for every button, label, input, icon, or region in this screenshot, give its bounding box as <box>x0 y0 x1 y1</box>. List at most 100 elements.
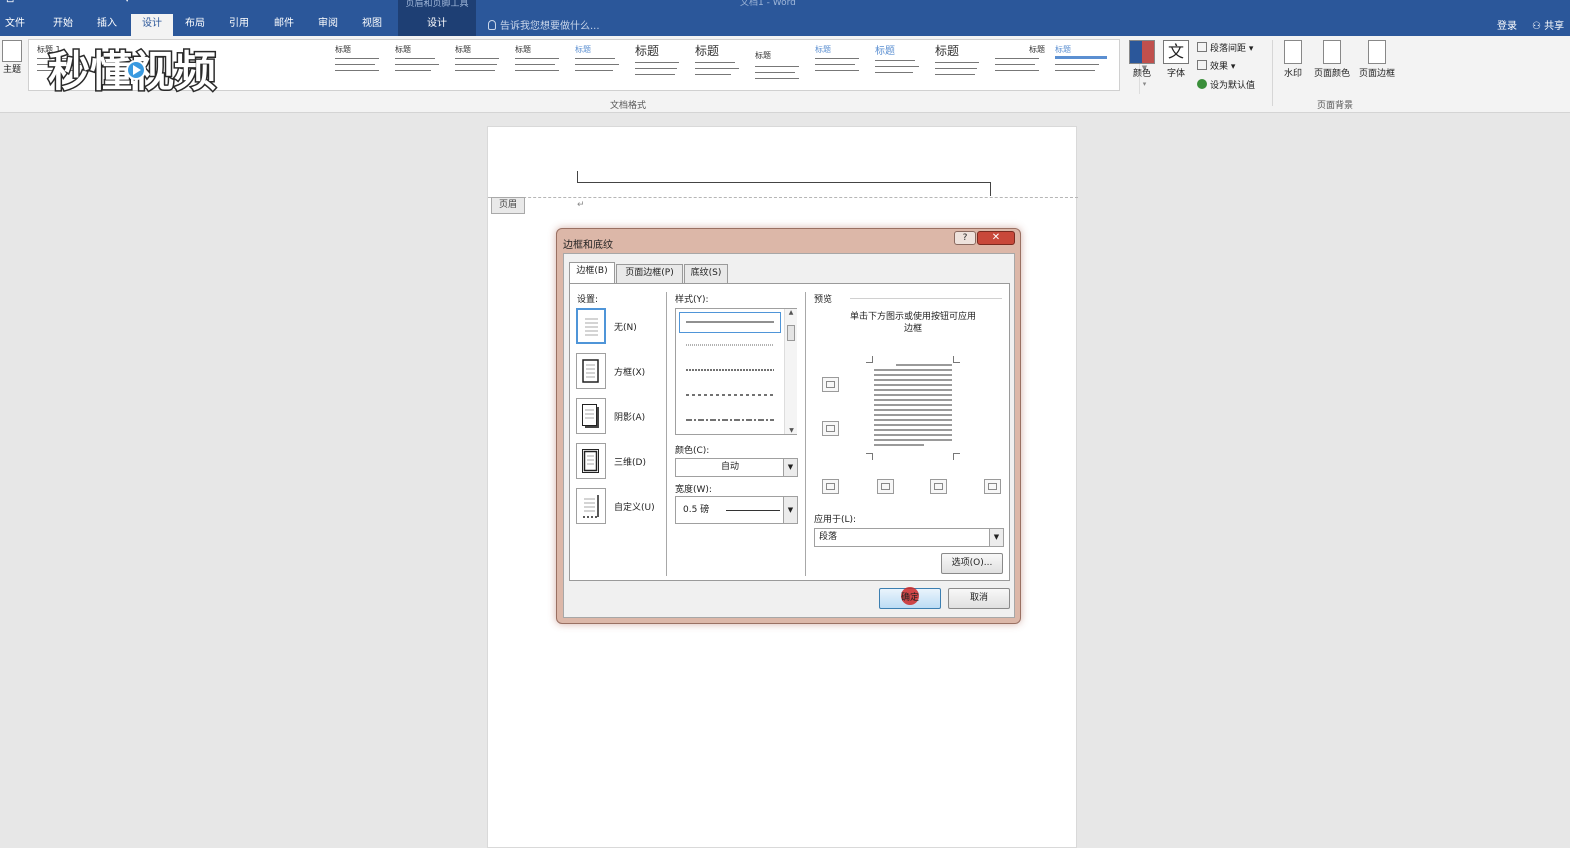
tab-mailings[interactable]: 邮件 <box>264 14 304 36</box>
header-border-mark <box>990 182 991 196</box>
group-label-document-format: 文档格式 <box>610 101 647 111</box>
style-set-item[interactable]: 标题 <box>691 42 747 88</box>
setting-3d[interactable] <box>576 443 606 479</box>
style-set-item[interactable]: 标题 <box>391 42 447 88</box>
setting-custom[interactable] <box>576 488 606 524</box>
sign-in-link[interactable]: 登录 <box>1497 17 1517 32</box>
scroll-down-icon[interactable]: ▼ <box>785 427 798 434</box>
style-set-item[interactable]: 标题 <box>331 42 387 88</box>
style-set-title: 标题 <box>395 45 411 54</box>
video-watermark-logo: 秒懂视频 <box>47 46 218 98</box>
column-divider <box>666 292 667 576</box>
width-sample-line <box>726 510 780 511</box>
setting-none[interactable] <box>576 308 606 344</box>
page-color-button[interactable]: 页面颜色 <box>1310 40 1354 79</box>
setting-label: 设置: <box>577 295 599 305</box>
paragraph-spacing-button[interactable]: 段落间距 ▾ <box>1197 41 1253 54</box>
group-label-page-background: 页面背景 <box>1317 101 1354 111</box>
tab-borders[interactable]: 边框(B) <box>569 262 615 284</box>
style-set-title: 标题 <box>815 45 831 54</box>
setting-shadow-label[interactable]: 阴影(A) <box>614 410 645 423</box>
page-color-label: 页面颜色 <box>1313 69 1350 79</box>
close-button[interactable]: ✕ <box>977 231 1015 245</box>
page-borders-button[interactable]: 页面边框 <box>1355 40 1399 79</box>
paragraph-spacing-icon <box>1197 42 1207 52</box>
style-set-title: 标题 <box>755 51 771 60</box>
diagonal-up-icon <box>826 483 835 490</box>
border-preview-area[interactable] <box>866 356 960 460</box>
tab-review[interactable]: 审阅 <box>309 14 347 36</box>
chevron-down-icon[interactable]: ▼ <box>783 497 797 523</box>
diagonal-up-border-button[interactable] <box>822 479 839 494</box>
share-button[interactable]: ⚇ 共享 <box>1532 17 1564 32</box>
setting-box-label[interactable]: 方框(X) <box>614 365 645 378</box>
cancel-button[interactable]: 取消 <box>948 588 1010 609</box>
style-set-item[interactable]: 标题 <box>871 42 927 88</box>
set-as-default-label: 设为默认值 <box>1210 81 1256 91</box>
tab-layout[interactable]: 布局 <box>176 14 214 36</box>
style-list-scrollbar[interactable]: ▲ ▼ <box>784 309 797 434</box>
themes-button[interactable]: 主题 <box>0 40 24 94</box>
colors-button[interactable]: 颜色 <box>1128 40 1156 79</box>
tab-references[interactable]: 引用 <box>220 14 258 36</box>
setting-box-icon <box>582 359 599 383</box>
set-as-default-button[interactable]: 设为默认值 <box>1197 78 1255 91</box>
color-dropdown[interactable]: 自动 ▼ <box>675 458 798 477</box>
apply-to-dropdown[interactable]: 段落 ▼ <box>814 528 1004 547</box>
scroll-up-icon[interactable]: ▲ <box>785 309 797 316</box>
tab-design[interactable]: 设计 <box>131 14 173 36</box>
tab-page-border[interactable]: 页面边框(P) <box>616 264 683 283</box>
style-set-title: 标题 <box>935 44 960 58</box>
width-dropdown[interactable]: 0.5 磅 ▼ <box>675 496 798 524</box>
help-button[interactable]: ? <box>954 231 976 245</box>
style-set-item[interactable]: 标题 <box>571 42 627 88</box>
page-borders-icon <box>1368 40 1386 64</box>
setting-shadow[interactable] <box>576 398 606 434</box>
setting-box[interactable] <box>576 353 606 389</box>
top-border-button[interactable] <box>822 377 839 392</box>
effects-button[interactable]: 效果 ▾ <box>1197 59 1235 72</box>
check-icon <box>1197 79 1207 89</box>
setting-shadow-icon <box>582 404 599 428</box>
style-set-item[interactable]: 标题 <box>631 42 687 88</box>
style-set-item[interactable]: 标题 <box>811 42 867 88</box>
style-set-item[interactable]: 标题 <box>1051 42 1107 88</box>
chevron-down-icon[interactable]: ▼ <box>783 459 797 476</box>
scroll-thumb[interactable] <box>787 325 795 341</box>
style-set-title: 标题 <box>1055 45 1071 54</box>
diagonal-down-border-button[interactable] <box>984 479 1001 494</box>
style-set-item[interactable]: 标题 <box>751 42 807 88</box>
style-set-item[interactable]: 标题 <box>931 42 987 88</box>
tab-header-footer-design[interactable]: 设计 <box>398 14 476 36</box>
watermark-button[interactable]: 水印 <box>1280 40 1306 79</box>
setting-custom-label[interactable]: 自定义(U) <box>614 500 655 513</box>
window-title: 文档1 - Word <box>740 0 796 8</box>
style-set-item[interactable]: 标题 <box>991 42 1047 88</box>
style-set-item[interactable]: 标题 <box>451 42 507 88</box>
options-button[interactable]: 选项(O)... <box>941 553 1003 574</box>
setting-none-label[interactable]: 无(N) <box>614 320 637 333</box>
setting-3d-label[interactable]: 三维(D) <box>614 455 646 468</box>
ok-button[interactable]: 确定 <box>879 587 941 609</box>
style-set-item[interactable]: 标题 <box>511 42 567 88</box>
color-value: 自动 <box>720 462 739 472</box>
left-border-button[interactable] <box>877 479 894 494</box>
tab-insert[interactable]: 插入 <box>88 14 126 36</box>
right-border-button[interactable] <box>930 479 947 494</box>
themes-icon <box>2 40 22 62</box>
tab-view[interactable]: 视图 <box>352 14 392 36</box>
tab-file[interactable]: 文件 <box>0 14 30 36</box>
word-window: ⊡ ↶ ↷ ▾ 页眉和页脚工具 文档1 - Word 文件 开始 插入 设计 布… <box>0 0 1570 848</box>
page-borders-label: 页面边框 <box>1358 69 1395 79</box>
quick-access-toolbar[interactable]: ⊡ ↶ ↷ ▾ <box>6 0 144 5</box>
fonts-button[interactable]: 文 字体 <box>1162 40 1190 79</box>
tab-shading[interactable]: 底纹(S) <box>684 264 728 283</box>
line-style-list[interactable]: ▲ ▼ <box>675 308 797 435</box>
colors-icon <box>1129 40 1155 64</box>
chevron-down-icon[interactable]: ▼ <box>989 529 1003 546</box>
inside-horizontal-border-button[interactable] <box>822 421 839 436</box>
tell-me-box[interactable]: 告诉我您想要做什么... <box>488 17 600 32</box>
context-group-title: 页眉和页脚工具 <box>405 0 469 9</box>
preview-hint: 单击下方图示或使用按钮可应用边框 <box>849 312 976 334</box>
tab-home[interactable]: 开始 <box>44 14 82 36</box>
